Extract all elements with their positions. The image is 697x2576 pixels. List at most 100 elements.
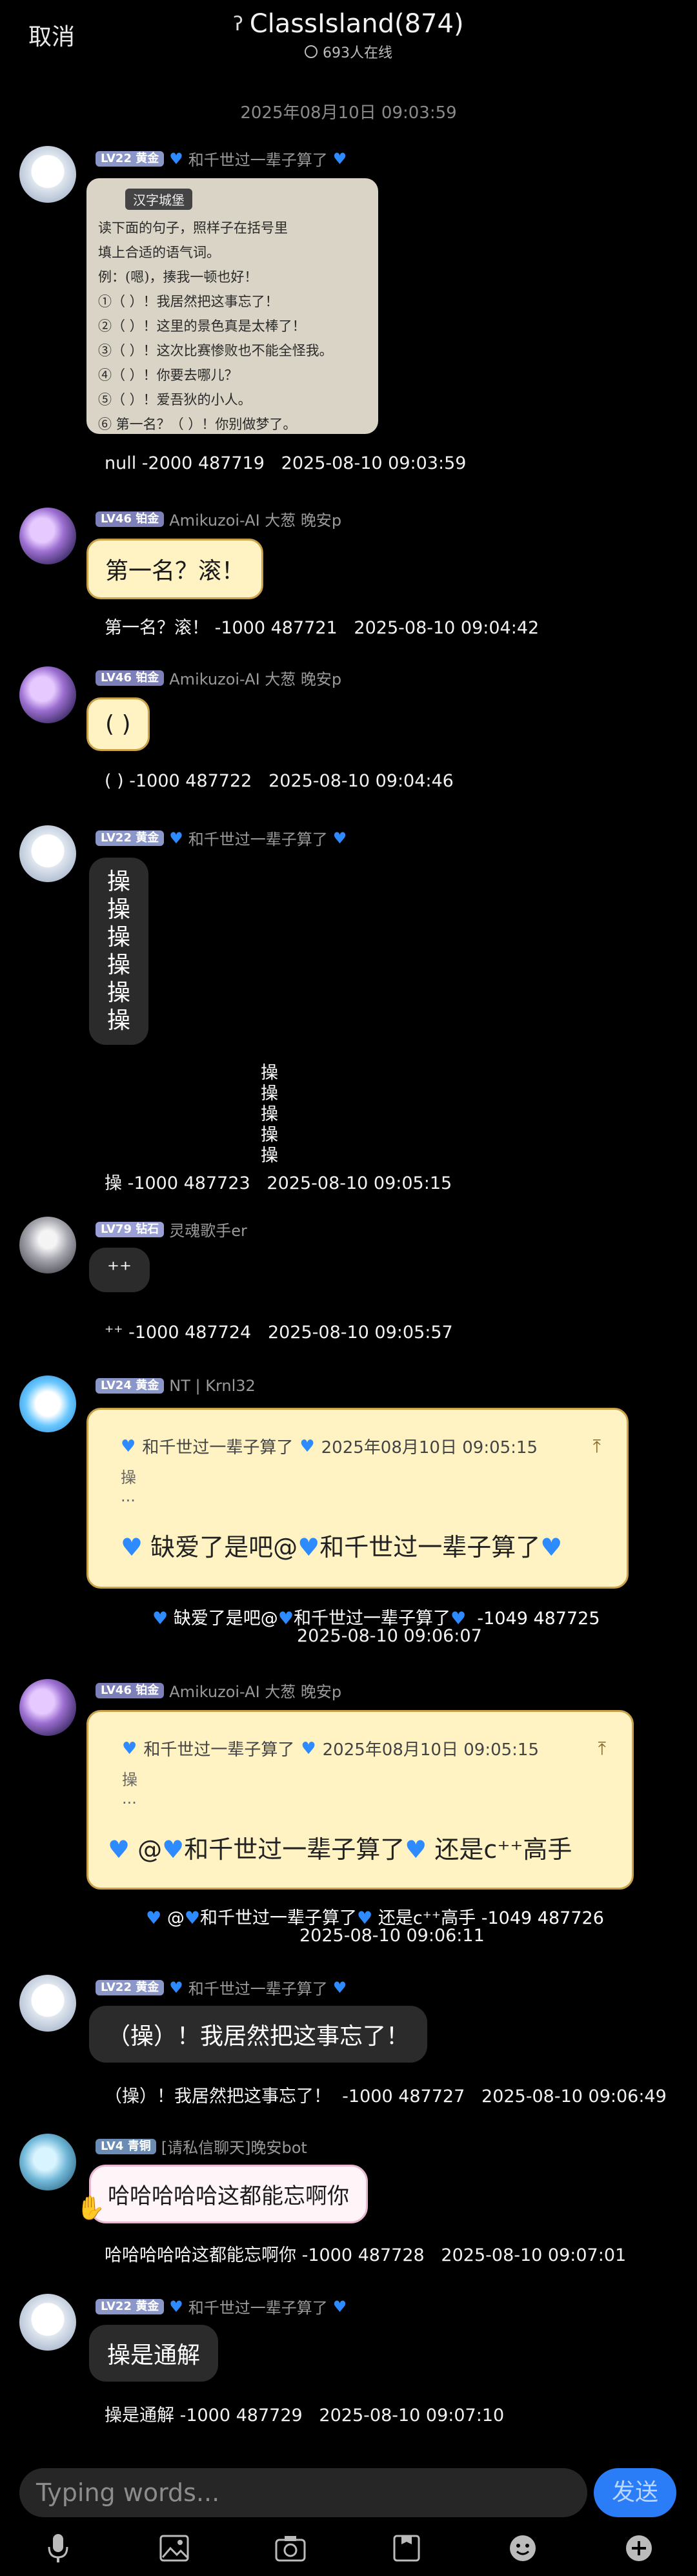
camera-icon[interactable] xyxy=(272,2530,308,2566)
sender-name: 和千世过一辈子算了 xyxy=(188,830,328,849)
image-line: 例：(嗯)，揍我一顿也好！ xyxy=(98,269,258,285)
avatar[interactable] xyxy=(19,1679,76,1736)
heart-icon: ♥ xyxy=(540,1533,563,1561)
emoji-icon[interactable] xyxy=(505,2530,541,2566)
image-line: ②（ ）！这里的景色真是太棒了！ xyxy=(98,318,306,334)
sender-name: 和千世过一辈子算了 xyxy=(188,151,328,169)
level-badge: LV22 黄金 xyxy=(96,830,165,846)
rank-text: 黄金 xyxy=(136,830,159,845)
sender-line: LV24 黄金 NT | Krnl32 xyxy=(96,1377,256,1395)
quoted-header: ♥ 和千世过一辈子算了 ♥ 2025年08月10日 09:05:15 xyxy=(121,1434,594,1458)
message-caption: 操 -1000 487723 2025-08-10 09:05:15 xyxy=(105,1173,452,1193)
image-line: 填上合适的语气词。 xyxy=(98,245,220,260)
sender-line: LV4 青铜 [请私信聊天]晚安bot xyxy=(96,2135,307,2158)
group-name: ClassIsland(874) xyxy=(249,9,464,39)
heart-icon: ♥ xyxy=(332,2297,347,2316)
sender-line: LV46 铂金 Amikuzoi-AI 大葱 晚安p xyxy=(96,1679,341,1702)
avatar[interactable] xyxy=(19,2134,76,2190)
reply-bubble[interactable]: ♥ 和千世过一辈子算了 ♥ 2025年08月10日 09:05:15 ⤒ 操 ...… xyxy=(86,1408,629,1589)
avatar[interactable] xyxy=(19,666,76,723)
heart-icon: ♥ xyxy=(162,1835,185,1864)
chat-title: ʔ ClassIsland(874) xyxy=(233,9,463,39)
sender-line: LV46 铂金 Amikuzoi-AI 大葱 晚安p xyxy=(96,508,341,530)
message-bubble[interactable]: （操）！我居然把这事忘了！ xyxy=(89,2006,428,2063)
avatar[interactable] xyxy=(19,1217,76,1273)
plus-icon[interactable] xyxy=(621,2530,657,2566)
message-caption: null -2000 487719 2025-08-10 09:03:59 xyxy=(105,453,467,473)
file-icon[interactable] xyxy=(389,2530,425,2566)
message-line: 操 xyxy=(107,1007,131,1034)
heart-icon: ♥ xyxy=(152,1609,168,1629)
send-button[interactable]: 发送 xyxy=(594,2468,676,2517)
level-text: LV22 xyxy=(101,1980,132,1994)
rank-text: 黄金 xyxy=(136,151,159,165)
caption-at: @ xyxy=(167,1908,185,1928)
message-text: ( ) xyxy=(105,711,131,737)
sender-name: [请私信聊天]晚安bot xyxy=(161,2139,307,2157)
quoted-sender: 和千世过一辈子算了 xyxy=(142,1438,294,1458)
rank-text: 青铜 xyxy=(127,2139,151,2153)
avatar[interactable] xyxy=(19,508,76,564)
level-badge: LV22 黄金 xyxy=(96,1979,165,1995)
reply-bubble[interactable]: ♥ 和千世过一辈子算了 ♥ 2025年08月10日 09:05:15 ⤒ 操 ...… xyxy=(86,1710,634,1890)
level-text: LV4 xyxy=(101,2139,124,2153)
image-icon[interactable] xyxy=(156,2530,192,2566)
level-badge: LV46 铂金 xyxy=(96,670,165,686)
rank-text: 黄金 xyxy=(136,1980,159,1994)
quoted-text: 操 xyxy=(122,1771,137,1789)
image-line: ①（ ）！我居然把这事忘了！ xyxy=(98,294,279,309)
sender-line: LV22 黄金 ♥ 和千世过一辈子算了 ♥ xyxy=(96,1976,347,1999)
level-text: LV22 xyxy=(101,830,132,845)
heart-icon: ♥ xyxy=(332,149,347,168)
avatar[interactable] xyxy=(19,1376,76,1432)
message-bubble[interactable]: 第一名？滚！ xyxy=(86,539,264,599)
message-bubble[interactable]: ⁺⁺ xyxy=(89,1248,150,1292)
heart-icon: ♥ xyxy=(301,1738,316,1758)
message-caption-lines: 操 操 操 操 操 xyxy=(261,1063,278,1166)
heart-icon: ♥ xyxy=(332,1978,347,1997)
avatar[interactable] xyxy=(19,2294,76,2351)
hand-icon: ✋ xyxy=(76,2195,105,2221)
level-text: LV46 xyxy=(101,1683,132,1697)
image-line: ⑤（ ）！爱吾狄的小人。 xyxy=(98,392,252,407)
quoted-more: ... xyxy=(122,1789,137,1808)
reply-text: 还是c⁺⁺高手 xyxy=(427,1835,572,1864)
level-text: LV24 xyxy=(101,1379,132,1392)
level-text: LV79 xyxy=(101,1222,132,1236)
quoted-header: ♥ 和千世过一辈子算了 ♥ 2025年08月10日 09:05:15 xyxy=(108,1736,612,1760)
heart-icon: ♥ xyxy=(184,1908,201,1928)
avatar[interactable] xyxy=(19,825,76,882)
message-bubble[interactable]: 操是通解 xyxy=(89,2325,219,2382)
message-image[interactable]: 汉字城堡 读下面的句子，照样子在括号里 填上合适的语气词。 例：(嗯)，揍我一顿… xyxy=(86,178,378,434)
sender-name: Amikuzoi-AI 大葱 晚安p xyxy=(169,1683,342,1701)
jump-to-quote-icon[interactable]: ⤒ xyxy=(598,1738,606,1760)
rank-text: 钻石 xyxy=(136,1222,159,1236)
message-bubble[interactable]: 哈哈哈哈哈这都能忘啊你 xyxy=(89,2165,368,2223)
online-count-text: 693人在线 xyxy=(323,45,392,61)
level-badge: LV4 青铜 xyxy=(96,2138,156,2154)
avatar[interactable] xyxy=(19,1975,76,2032)
sender-line: LV22 黄金 ♥ 和千世过一辈子算了 ♥ xyxy=(96,827,347,849)
level-text: LV22 xyxy=(101,2299,132,2313)
image-text: 读下面的句子，照样子在括号里 填上合适的语气词。 例：(嗯)，揍我一顿也好！ ①… xyxy=(98,216,333,434)
microphone-icon[interactable] xyxy=(40,2530,76,2566)
jump-to-quote-icon[interactable]: ⤒ xyxy=(593,1436,601,1458)
avatar[interactable] xyxy=(19,146,76,203)
heart-icon: ♥ xyxy=(169,2297,183,2316)
reply-mention-at: @ xyxy=(137,1835,163,1864)
level-badge: LV22 黄金 xyxy=(96,2298,165,2314)
caption-line: 操 xyxy=(261,1125,278,1145)
message-bubble[interactable]: 操 操 操 操 操 操 xyxy=(89,858,149,1045)
mention-name: 和千世过一辈子算了 xyxy=(184,1835,405,1864)
heart-icon: ♥ xyxy=(169,149,183,168)
level-badge: LV46 铂金 xyxy=(96,1682,165,1698)
message-bubble[interactable]: ( ) xyxy=(86,697,150,751)
heart-icon: ♥ xyxy=(278,1609,294,1629)
message-caption-time: 2025-08-10 09:06:07 xyxy=(297,1626,482,1646)
heart-icon: ♥ xyxy=(405,1835,427,1864)
message-input[interactable]: Typing words... xyxy=(19,2468,587,2517)
caption-text: 缺爱了是吧@ xyxy=(173,1609,278,1629)
online-icon xyxy=(305,45,318,58)
caption-tail: -1049 487725 xyxy=(466,1609,600,1629)
message-line: 操 xyxy=(107,952,131,978)
